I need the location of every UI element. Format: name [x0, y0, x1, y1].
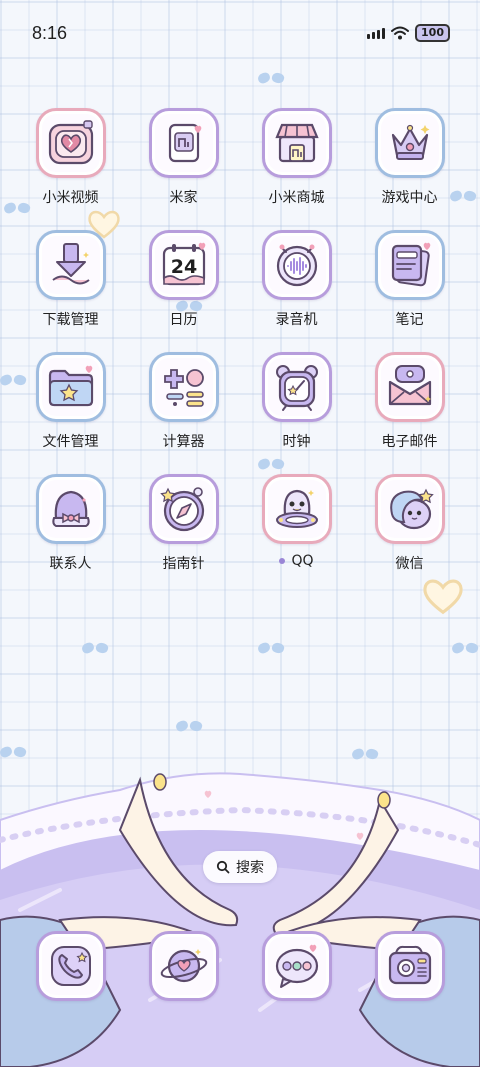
- bow-decoration: [452, 640, 478, 660]
- app-compass[interactable]: 指南针: [127, 474, 240, 576]
- app-game-center[interactable]: 游戏中心: [353, 108, 466, 210]
- dock-phone[interactable]: [14, 931, 127, 1001]
- app-calendar[interactable]: 24 日历: [127, 230, 240, 332]
- phone-icon[interactable]: [35, 931, 106, 1001]
- app-label: 计算器: [162, 434, 205, 450]
- app-label: 下载管理: [42, 312, 99, 328]
- app-label: 米家: [169, 190, 198, 206]
- app-label: 微信: [395, 556, 424, 572]
- status-bar: 8:16 100: [0, 0, 480, 66]
- app-wechat[interactable]: 微信: [353, 474, 466, 576]
- app-label: 日历: [169, 312, 198, 328]
- app-label: 小米视频: [42, 190, 99, 206]
- app-label: 电子邮件: [381, 434, 438, 450]
- app-contacts[interactable]: 联系人: [14, 474, 127, 576]
- dock: [14, 931, 466, 1001]
- new-install-dot: [279, 558, 286, 564]
- dock-browser[interactable]: [127, 931, 240, 1001]
- alarm-clock-icon[interactable]: [261, 352, 332, 422]
- app-recorder[interactable]: 录音机: [240, 230, 353, 332]
- app-file-manager[interactable]: 文件管理: [14, 352, 127, 454]
- app-label: 联系人: [49, 556, 92, 572]
- contacts-icon[interactable]: [35, 474, 106, 544]
- notes-icon[interactable]: [374, 230, 445, 300]
- app-calculator[interactable]: 计算器: [127, 352, 240, 454]
- download-icon[interactable]: [35, 230, 106, 300]
- qq-penguin-icon[interactable]: [261, 474, 332, 544]
- mijia-icon[interactable]: [148, 108, 219, 178]
- bow-decoration: [82, 640, 108, 660]
- wechat-icon[interactable]: [374, 474, 445, 544]
- app-notes[interactable]: 笔记: [353, 230, 466, 332]
- app-xiaomi-mall[interactable]: 小米商城: [240, 108, 353, 210]
- app-label: 小米商城: [268, 190, 325, 206]
- video-heart-icon[interactable]: [35, 108, 106, 178]
- shop-icon[interactable]: [261, 108, 332, 178]
- app-label-text: QQ: [291, 553, 314, 569]
- crown-icon[interactable]: [374, 108, 445, 178]
- search-label: 搜索: [236, 860, 264, 876]
- bow-decoration: [258, 70, 284, 90]
- app-grid: 小米视频 米家 小米商城 游戏中心 下载管理 24 日历 录音机 笔记 文件管理…: [14, 108, 466, 576]
- app-label: 录音机: [275, 312, 318, 328]
- app-label: 指南针: [162, 556, 205, 572]
- status-icons: 100: [367, 24, 450, 42]
- search-icon: [216, 860, 230, 874]
- app-mijia[interactable]: 米家: [127, 108, 240, 210]
- calendar-icon[interactable]: 24: [148, 230, 219, 300]
- dock-camera[interactable]: [353, 931, 466, 1001]
- clock-time: 8:16: [32, 22, 68, 43]
- app-label: QQ: [279, 553, 314, 569]
- app-xiaomi-video[interactable]: 小米视频: [14, 108, 127, 210]
- heart-decoration: [423, 579, 463, 615]
- app-label: 文件管理: [42, 434, 99, 450]
- compass-icon[interactable]: [148, 474, 219, 544]
- signal-icon: [367, 27, 386, 39]
- app-download-manager[interactable]: 下载管理: [14, 230, 127, 332]
- app-clock[interactable]: 时钟: [240, 352, 353, 454]
- folder-icon[interactable]: [35, 352, 106, 422]
- search-button[interactable]: 搜索: [203, 851, 277, 883]
- battery-indicator: 100: [415, 24, 450, 42]
- bow-decoration: [258, 640, 284, 660]
- messages-icon[interactable]: [261, 931, 332, 1001]
- calendar-day: 24: [170, 256, 196, 278]
- recorder-icon[interactable]: [261, 230, 332, 300]
- app-label: 游戏中心: [381, 190, 438, 206]
- planet-icon[interactable]: [148, 931, 219, 1001]
- wifi-icon: [391, 26, 410, 40]
- camera-icon[interactable]: [374, 931, 445, 1001]
- wallpaper-illustration: [0, 772, 480, 1067]
- calculator-icon[interactable]: [148, 352, 219, 422]
- app-qq[interactable]: QQ: [240, 474, 353, 576]
- mail-icon[interactable]: [374, 352, 445, 422]
- app-email[interactable]: 电子邮件: [353, 352, 466, 454]
- app-label: 笔记: [395, 312, 424, 328]
- dock-messages[interactable]: [240, 931, 353, 1001]
- app-label: 时钟: [282, 434, 311, 450]
- bow-decoration: [176, 718, 202, 738]
